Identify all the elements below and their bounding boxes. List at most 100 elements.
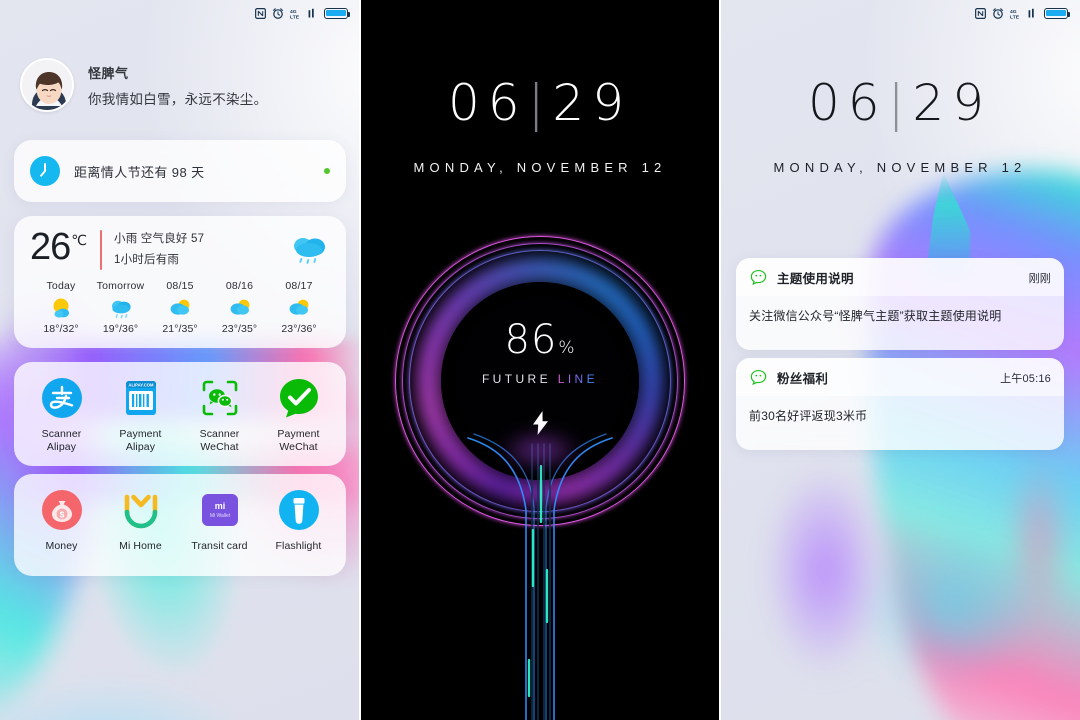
shortcut-label: Money (45, 540, 78, 552)
weather-temperature: 26℃ (30, 226, 87, 268)
three-panel-showcase: 4G LTE 怪脾气 你我情如白雪，永远不染尘。 距离情人节还有 98 天 26… (0, 0, 1080, 720)
clock-hour: 06 (807, 74, 888, 132)
status-bar-right: 4G LTE (720, 0, 1080, 26)
countdown-widget[interactable]: 距离情人节还有 98 天 (14, 140, 346, 202)
status-bar-left: 4G LTE (0, 0, 360, 26)
lock-clock-light: 06|29 (720, 74, 1080, 132)
wechat-icon (750, 269, 767, 286)
shortcut-card-tools: $ Money Mi Home mi Mi Wallet Transit car… (14, 474, 346, 576)
sun-cloud-icon (270, 295, 328, 321)
alipay-scanner-icon (40, 376, 84, 420)
clock-hour: 06 (447, 74, 528, 132)
weather-widget[interactable]: 26℃ 小雨 空气良好 57 1小时后有雨 Today 18°/32° Tomo… (14, 216, 346, 348)
forecast-day: Today 18°/32° (32, 280, 90, 335)
countdown-text: 距离情人节还有 98 天 (74, 164, 205, 180)
notification-icon (255, 7, 266, 19)
wechat-icon (750, 369, 767, 386)
forecast-day-name: 08/15 (166, 280, 194, 292)
clock-separator: | (527, 74, 553, 132)
percent-symbol: % (558, 338, 576, 358)
notification-body: 前30名好评返现3米币 (749, 409, 868, 423)
panel-divider-2 (719, 0, 721, 720)
forecast-day-name: 08/17 (285, 280, 313, 292)
forecast-day-name: 08/16 (225, 280, 254, 292)
signal-bars-icon (1028, 8, 1034, 17)
shortcut-money[interactable]: $ Money (22, 488, 101, 553)
forecast-day-name: Tomorrow (96, 280, 145, 292)
notification-list: 主题使用说明 刚刚 关注微信公众号“怪脾气主题”获取主题使用说明 粉丝福利 上午… (736, 258, 1064, 458)
shortcut-label: Mi Home (119, 540, 162, 552)
svg-text:4G: 4G (290, 8, 297, 14)
network-4g-icon: 4G LTE (1010, 8, 1020, 19)
shortcut-alipay-payment[interactable]: ALIPAY.COM Payment Alipay (101, 376, 180, 454)
notification-item[interactable]: 主题使用说明 刚刚 关注微信公众号“怪脾气主题”获取主题使用说明 (736, 258, 1064, 350)
alarm-icon (272, 7, 284, 19)
mi-wallet-icon: mi Mi Wallet (198, 488, 242, 532)
flashlight-icon (277, 488, 321, 532)
battery-icon (1044, 7, 1071, 19)
forecast-day: Tomorrow 19°/36° (92, 280, 150, 335)
rain-cloud-icon (92, 295, 150, 321)
svg-text:LTE: LTE (290, 14, 300, 19)
rain-cloud-icon (288, 228, 330, 270)
notification-icon (975, 7, 986, 19)
notification-time: 上午05:16 (1000, 372, 1051, 385)
shortcut-alipay-scanner[interactable]: Scanner Alipay (22, 376, 101, 454)
notification-title: 主题使用说明 (777, 272, 854, 286)
shortcut-transit-card[interactable]: mi Mi Wallet Transit card (180, 488, 259, 553)
weather-forecast-list: Today 18°/32° Tomorrow 19°/36° 08/15 21°… (30, 280, 330, 335)
svg-text:ALIPAY.COM: ALIPAY.COM (128, 383, 154, 388)
forecast-day: 08/17 23°/36° (270, 280, 328, 335)
alarm-icon (992, 7, 1004, 19)
notification-header: 主题使用说明 刚刚 (736, 258, 1064, 296)
lock-date-dark: MONDAY, NOVEMBER 12 (413, 160, 667, 175)
shortcut-label: Scanner WeChat (199, 428, 240, 454)
user-profile[interactable]: 怪脾气 你我情如白雪，永远不染尘。 (20, 58, 267, 112)
svg-text:LTE: LTE (1010, 14, 1020, 19)
sun-cloud-icon (211, 295, 269, 321)
forecast-day-name: Today (46, 280, 76, 292)
shortcut-label: Flashlight (275, 540, 322, 552)
forecast-day: 08/15 21°/35° (151, 280, 209, 335)
wechat-payment-icon (277, 376, 321, 420)
sun-cloud-icon (32, 295, 90, 321)
signal-bars-icon (308, 8, 314, 17)
svg-text:mi: mi (214, 501, 225, 511)
shortcut-label: Transit card (191, 540, 248, 552)
weather-forecast-note: 1小时后有雨 (114, 253, 180, 266)
notification-header: 粉丝福利 上午05:16 (736, 358, 1064, 396)
lock-date-light: MONDAY, NOVEMBER 12 (773, 160, 1027, 175)
lock-screen-dark-panel: 06|29 MONDAY, NOVEMBER 12 86% FUTURE LIN… (360, 0, 720, 720)
lock-screen-light-panel: 4G LTE 06|29 MONDAY, NOVEMBER 12 主题使用说明 … (720, 0, 1080, 720)
weather-divider (100, 230, 103, 270)
home-screen-panel: 4G LTE 怪脾气 你我情如白雪，永远不染尘。 距离情人节还有 98 天 26… (0, 0, 360, 720)
shortcut-label: Payment Alipay (119, 428, 162, 454)
svg-text:4G: 4G (1010, 8, 1017, 14)
shortcut-flashlight[interactable]: Flashlight (259, 488, 338, 553)
weather-condition: 小雨 空气良好 57 (114, 233, 205, 245)
wallpaper-glow-right (740, 420, 1080, 720)
brand-word-2: LINE (557, 372, 599, 386)
shortcut-wechat-payment[interactable]: Payment WeChat (259, 376, 338, 454)
shortcut-wechat-scanner[interactable]: Scanner WeChat (180, 376, 259, 454)
shortcut-label: Payment WeChat (277, 428, 320, 454)
notification-item[interactable]: 粉丝福利 上午05:16 前30名好评返现3米币 (736, 358, 1064, 450)
shortcut-label: Scanner Alipay (41, 428, 82, 454)
shortcut-mi-home[interactable]: Mi Home (101, 488, 180, 553)
forecast-day-temps: 23°/35° (221, 323, 258, 335)
avatar[interactable] (20, 58, 74, 112)
notification-body: 关注微信公众号“怪脾气主题”获取主题使用说明 (749, 309, 1002, 323)
theme-brand-label: FUTURE LINE (395, 372, 685, 386)
lock-clock-dark: 06|29 (360, 74, 720, 132)
sun-cloud-icon (151, 295, 209, 321)
network-4g-icon: 4G LTE (290, 8, 300, 19)
brand-word-1: FUTURE (481, 372, 552, 386)
forecast-day: 08/16 23°/35° (211, 280, 269, 335)
weather-unit: ℃ (71, 232, 87, 249)
profile-name: 怪脾气 (88, 65, 129, 81)
panel-divider-1 (359, 0, 361, 720)
status-dot (324, 168, 330, 174)
clock-minute: 29 (912, 74, 993, 132)
notification-time: 刚刚 (1028, 272, 1051, 285)
neon-stem (360, 420, 720, 720)
